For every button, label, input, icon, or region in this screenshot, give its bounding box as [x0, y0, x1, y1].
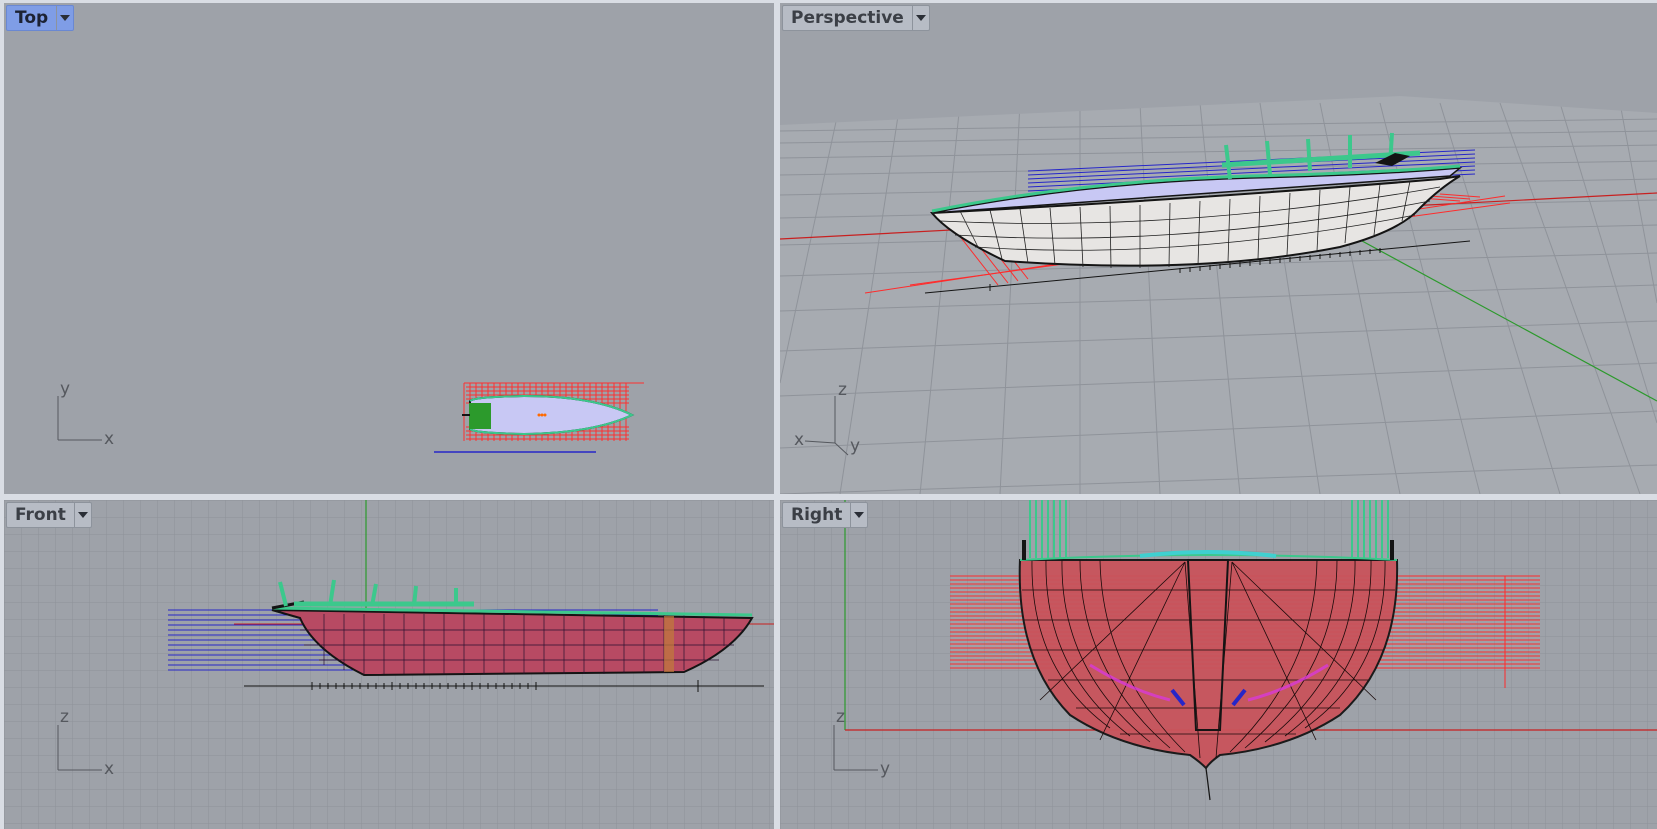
axis-label-y: y: [850, 436, 860, 456]
viewport-perspective[interactable]: Perspective z x y: [780, 3, 1657, 494]
viewport-tab-right[interactable]: Right: [782, 502, 869, 528]
perspective-scene: z x y: [780, 96, 1657, 494]
viewport-title: Right: [791, 505, 843, 525]
axis-label-z: z: [60, 707, 69, 727]
right-scene: z y: [780, 500, 1657, 829]
transom: [469, 403, 491, 429]
axis-label-x: x: [104, 759, 114, 779]
viewport-tab-top[interactable]: Top: [6, 5, 75, 31]
axis-label-x: x: [104, 429, 114, 449]
chevron-down-icon[interactable]: [73, 503, 91, 527]
viewport-top[interactable]: Top x y: [4, 3, 774, 494]
axis-label-y: y: [60, 379, 70, 399]
front-scene: z x: [4, 500, 774, 829]
viewport-tab-front[interactable]: Front: [6, 502, 92, 528]
axis-label-z: z: [838, 380, 847, 400]
chevron-down-icon[interactable]: [911, 6, 929, 30]
chevron-down-icon[interactable]: [850, 503, 867, 527]
axis-gizmo: [57, 396, 102, 441]
chevron-down-icon[interactable]: [56, 6, 73, 30]
viewport-title: Front: [15, 505, 66, 525]
stern-panel: [664, 616, 674, 672]
viewport-right[interactable]: Right z y: [780, 500, 1657, 829]
viewport-title: Top: [15, 8, 49, 28]
axis-label-z: z: [836, 707, 845, 727]
top-scene: x y: [57, 379, 644, 453]
axis-label-y: y: [880, 759, 890, 779]
axis-label-x: x: [794, 430, 804, 450]
viewport-tab-perspective[interactable]: Perspective: [782, 5, 930, 31]
viewport-title: Perspective: [791, 8, 904, 28]
viewport-front[interactable]: Front z x: [4, 500, 774, 829]
